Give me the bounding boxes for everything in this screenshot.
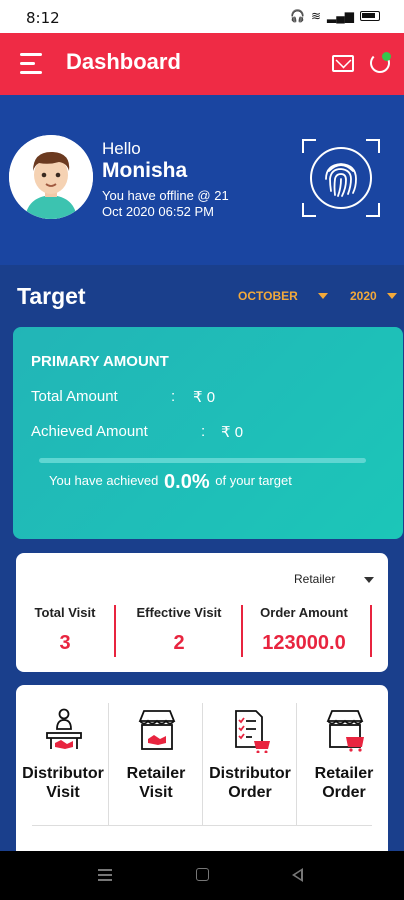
stat-label: Order Amount	[260, 605, 348, 620]
headphones-icon: 🎧	[290, 9, 305, 23]
home-icon[interactable]	[196, 868, 209, 881]
distributor-order-icon	[230, 707, 272, 754]
tile-distributor-order[interactable]: Distributor Order	[203, 701, 297, 831]
quick-actions-card: Distributor Visit Retailer Visit Distrib…	[16, 685, 388, 865]
recent-apps-icon[interactable]	[98, 869, 112, 881]
chevron-down-icon	[318, 293, 328, 299]
visit-stats-card: Retailer Total Visit 3 Effective Visit 2…	[16, 553, 388, 672]
status-time: 8:12	[26, 9, 60, 27]
app-header: Dashboard	[0, 33, 404, 95]
total-amount-label: Total Amount	[31, 388, 118, 405]
tile-distributor-visit[interactable]: Distributor Visit	[16, 701, 110, 831]
fingerprint-icon	[310, 147, 372, 209]
stat-order-amount: Order Amount 123000.0	[246, 605, 362, 655]
back-icon[interactable]	[292, 868, 303, 882]
distributor-visit-icon	[43, 707, 85, 753]
achieve-percent: 0.0%	[164, 471, 210, 493]
stat-divider	[241, 605, 243, 657]
retailer-dropdown[interactable]: Retailer	[294, 572, 335, 586]
achieved-amount-colon: :	[201, 423, 206, 440]
achieved-amount-value: ₹ 0	[221, 424, 244, 441]
month-dropdown[interactable]: OCTOBER	[238, 289, 298, 303]
avatar[interactable]	[9, 135, 93, 219]
tile-retailer-order[interactable]: Retailer Order	[297, 701, 388, 831]
row-divider	[32, 825, 372, 826]
target-progress-bar	[39, 458, 366, 463]
achieve-suffix: of your target	[215, 473, 292, 488]
retailer-order-icon	[324, 707, 366, 753]
battery-icon	[360, 11, 380, 21]
total-amount-colon: :	[171, 388, 176, 405]
primary-amount-title: PRIMARY AMOUNT	[31, 353, 169, 370]
wifi-icon: ≋	[310, 9, 322, 23]
stat-effective-visit: Effective Visit 2	[126, 605, 232, 655]
target-section: Target OCTOBER 2020 PRIMARY AMOUNT Total…	[0, 265, 404, 865]
greeting: Hello	[102, 139, 141, 158]
stat-label: Effective Visit	[136, 605, 222, 620]
hamburger-menu-icon[interactable]	[20, 53, 44, 75]
target-title: Target	[17, 283, 86, 309]
status-icons: 🎧 ≋ ▂▄▆	[290, 9, 380, 23]
stat-total-visit: Total Visit 3	[22, 605, 108, 655]
fingerprint-button[interactable]	[302, 139, 380, 217]
stat-divider	[370, 605, 372, 657]
year-dropdown[interactable]: 2020	[350, 289, 377, 303]
tile-label: Retailer Visit	[126, 765, 186, 801]
system-nav-bar	[0, 851, 404, 900]
achieved-amount-label: Achieved Amount	[31, 423, 148, 440]
stat-value: 2	[173, 632, 185, 654]
tile-retailer-visit[interactable]: Retailer Visit	[109, 701, 203, 831]
chevron-down-icon	[364, 577, 374, 583]
stat-label: Total Visit	[34, 605, 96, 620]
sync-status-dot	[382, 52, 391, 61]
chevron-down-icon	[387, 293, 397, 299]
achieve-prefix: You have achieved	[49, 473, 159, 488]
total-amount-value: ₹ 0	[193, 389, 216, 406]
tile-label: Distributor Visit	[22, 765, 104, 801]
profile-section: Hello Monisha You have offline @ 21 Oct …	[0, 95, 404, 265]
status-bar: 8:12 🎧 ≋ ▂▄▆	[0, 0, 404, 33]
offline-status: You have offline @ 21 Oct 2020 06:52 PM	[102, 188, 229, 219]
page-title: Dashboard	[66, 49, 181, 74]
retailer-visit-icon	[136, 707, 178, 753]
achievement-text: You have achieved 0.0% of your target	[49, 471, 292, 494]
user-name: Monisha	[102, 159, 188, 182]
stat-divider	[114, 605, 116, 657]
mail-icon[interactable]	[332, 55, 354, 72]
tile-label: Distributor Order	[209, 765, 291, 801]
stat-value: 3	[59, 632, 71, 654]
primary-amount-card: PRIMARY AMOUNT Total Amount : ₹ 0 Achiev…	[13, 327, 403, 539]
stat-value: 123000.0	[262, 632, 346, 654]
tile-label: Retailer Order	[314, 765, 374, 801]
signal-icon: ▂▄▆	[327, 9, 354, 23]
